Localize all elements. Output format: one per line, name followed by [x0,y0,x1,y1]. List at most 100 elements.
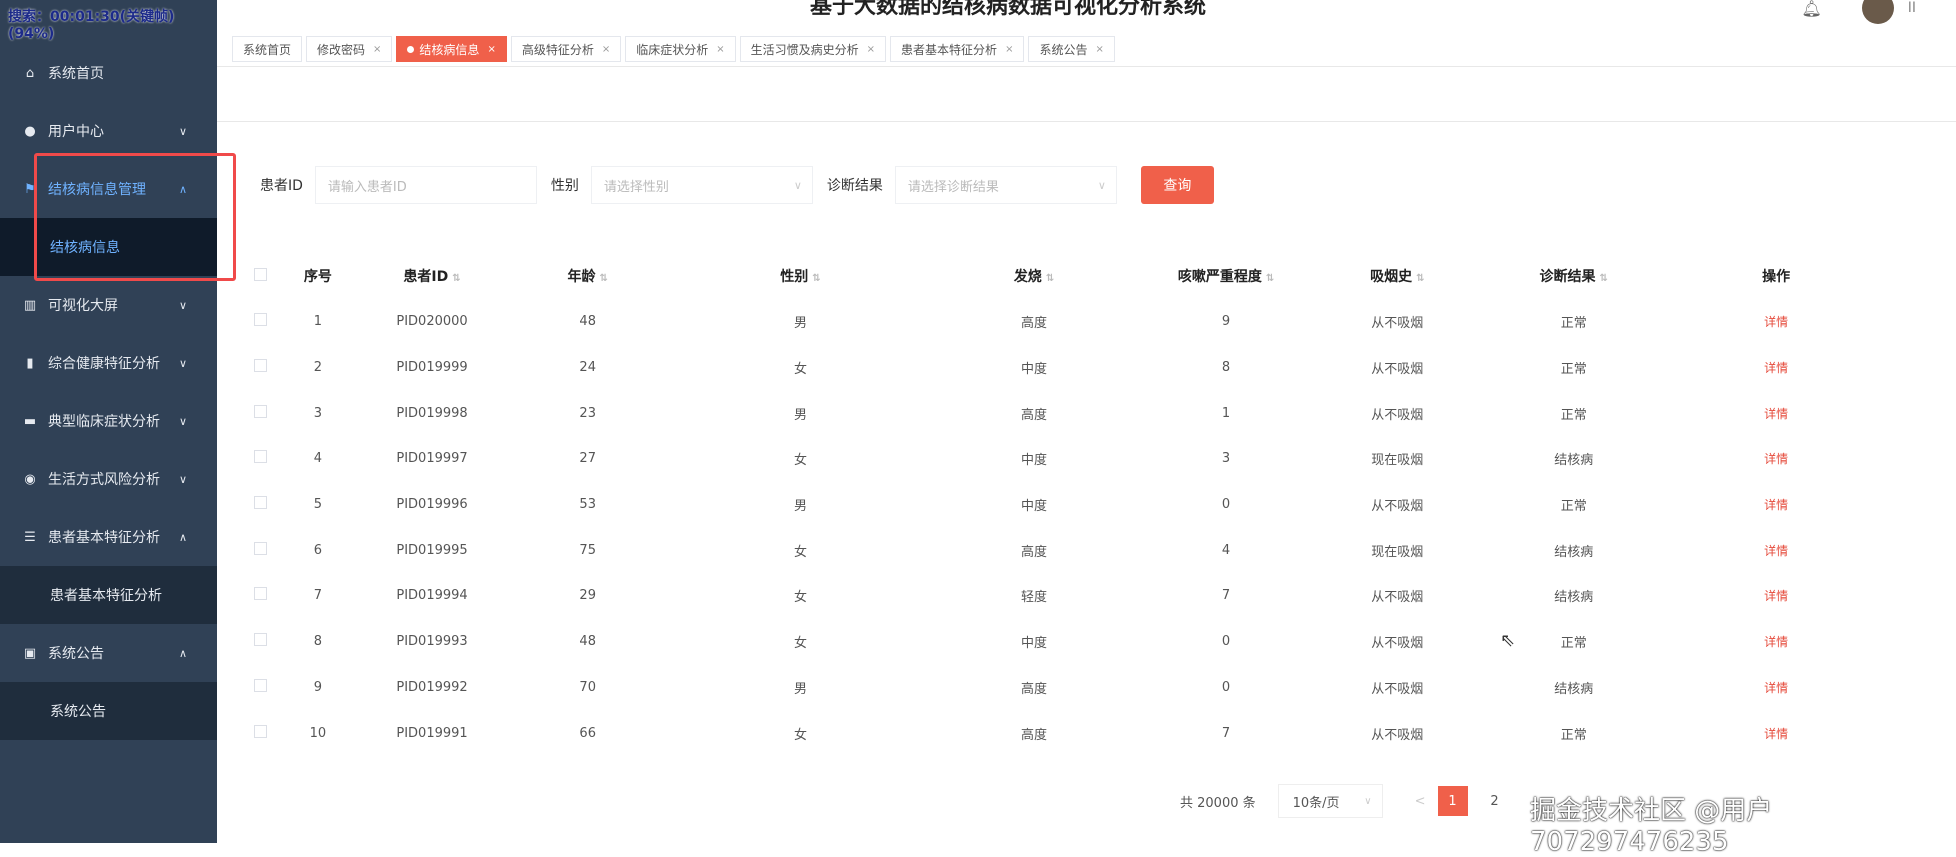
table-cell: PID019999 [396,360,468,376]
tab[interactable]: 系统首页 [232,36,303,62]
query-button[interactable]: 查询 [1140,166,1214,204]
row-checkbox[interactable] [254,359,268,373]
column-header[interactable]: 性别 ⇅ [666,253,936,299]
close-icon[interactable]: × [1005,44,1013,55]
tab[interactable]: 结核病信息 × [396,36,507,62]
sort-icon[interactable]: ⇅ [452,273,460,284]
sidebar-item[interactable]: ▮ 综合健康特征分析 ∨ [0,334,217,392]
detail-link[interactable]: 详情 [1764,361,1788,375]
bell-icon[interactable]: 🔔︎ [1801,0,1821,18]
column-header[interactable]: 发烧 ⇅ [935,253,1132,299]
tab[interactable]: 系统公告 × [1028,36,1115,62]
table-cell: 中度 [1021,636,1048,652]
sort-icon[interactable]: ⇅ [1046,273,1054,284]
table-cell: 高度 [1021,727,1048,743]
table-cell: PID019992 [396,679,468,695]
row-checkbox[interactable] [254,496,268,510]
sidebar-item[interactable]: ☰ 患者基本特征分析 ∧ [0,508,217,566]
sort-icon[interactable]: ⇅ [600,273,608,284]
action-cell: 详情 [1672,436,1880,482]
page-2-button[interactable]: 2 [1480,786,1510,816]
select-all-cell [240,253,282,299]
column-header[interactable]: 年龄 ⇅ [510,253,666,299]
sidebar-item-label: 患者基本特征分析 [48,530,160,546]
table-cell: 3 [313,405,322,421]
total-count: 共 20000 条 [1180,795,1256,811]
tab[interactable]: 生活习惯及病史分析 × [739,36,887,62]
table-cell: 7 [1221,588,1231,604]
close-icon[interactable]: × [867,44,875,55]
user-icon: ● [24,123,36,139]
table-cell: 53 [579,497,596,513]
detail-link[interactable]: 详情 [1764,635,1788,649]
row-checkbox[interactable] [254,541,268,555]
header-icons: 🔔︎ II [1801,0,1916,24]
chevron-icon: ∨ [178,414,187,428]
select-all-checkbox[interactable] [254,267,268,281]
user-name[interactable]: II [1908,0,1916,16]
row-checkbox[interactable] [254,678,268,692]
column-header[interactable]: 咳嗽严重程度 ⇅ [1133,253,1320,299]
sidebar-item[interactable]: ▬ 典型临床症状分析 ∨ [0,392,217,450]
tab[interactable]: 修改密码 × [306,36,393,62]
tab-label: 患者基本特征分析 [901,42,998,57]
detail-link[interactable]: 详情 [1764,452,1788,466]
column-header[interactable]: 诊断结果 ⇅ [1475,253,1672,299]
table-cell: 中度 [1021,453,1048,469]
detail-link[interactable]: 详情 [1764,315,1788,329]
table-cell: 女 [793,544,807,560]
avatar[interactable] [1861,0,1894,24]
close-icon[interactable]: × [1095,44,1103,55]
sidebar-item[interactable]: ▥ 可视化大屏 ∨ [0,276,217,334]
tab[interactable]: 患者基本特征分析 × [890,36,1025,62]
detail-link[interactable]: 详情 [1764,407,1788,421]
sidebar-item[interactable]: ◉ 生活方式风险分析 ∨ [0,450,217,508]
sidebar-item[interactable]: ▣ 系统公告 ∧ [0,624,217,682]
row-checkbox[interactable] [254,313,268,327]
table-cell: 结核病 [1554,453,1594,469]
tab[interactable]: 临床症状分析 × [625,36,736,62]
sort-icon[interactable]: ⇅ [812,273,820,284]
column-header: 序号 [282,253,355,299]
detail-link[interactable]: 详情 [1764,727,1788,741]
page-size-select[interactable]: 10条/页 ∨ [1277,784,1383,818]
sidebar-subitem[interactable]: 系统公告 [0,682,217,740]
patient-id-input[interactable]: 请输入患者ID [314,166,537,204]
sort-icon[interactable]: ⇅ [1600,273,1608,284]
sidebar-item-label: 系统公告 [48,646,104,662]
close-icon[interactable]: × [373,44,381,55]
header-label: 患者ID [403,269,449,285]
diagnosis-select[interactable]: 请选择诊断结果 ∨ [894,166,1117,204]
header-label: 咳嗽严重程度 [1177,269,1262,285]
header-label: 性别 [780,269,809,285]
close-icon[interactable]: × [487,44,495,55]
row-checkbox[interactable] [254,450,268,464]
table-cell: 2 [313,360,322,376]
detail-link[interactable]: 详情 [1764,681,1788,695]
close-icon[interactable]: × [716,44,724,55]
detail-link[interactable]: 详情 [1764,589,1788,603]
row-checkbox[interactable] [254,404,268,418]
sidebar-item[interactable]: ● 用户中心 ∨ [0,102,217,160]
table-row: 4 PID019997 27 女 中度 3 现在吸烟 结核病 详情 [240,436,1880,482]
row-checkbox[interactable] [254,724,268,738]
table-cell: 7 [313,588,322,604]
tab[interactable]: 高级特征分析 × [510,36,622,62]
gender-select[interactable]: 请选择性别 ∨ [590,166,813,204]
sidebar-item[interactable]: ⌂ 系统首页 [0,44,217,102]
page-1-button[interactable]: 1 [1437,786,1468,816]
row-checkbox[interactable] [254,587,268,601]
close-icon[interactable]: × [602,44,610,55]
column-header[interactable]: 吸烟史 ⇅ [1319,253,1475,299]
sort-icon[interactable]: ⇅ [1266,273,1274,284]
sidebar-subitem[interactable]: 患者基本特征分析 [0,566,217,624]
prev-page-button[interactable]: < [1415,794,1426,809]
row-select-cell [240,390,282,436]
detail-link[interactable]: 详情 [1764,544,1788,558]
header-label: 年龄 [567,269,596,285]
sort-icon[interactable]: ⇅ [1416,273,1424,284]
row-checkbox[interactable] [254,633,268,647]
column-header[interactable]: 患者ID ⇅ [354,253,510,299]
detail-link[interactable]: 详情 [1764,498,1788,512]
table-cell: 8 [313,634,322,650]
